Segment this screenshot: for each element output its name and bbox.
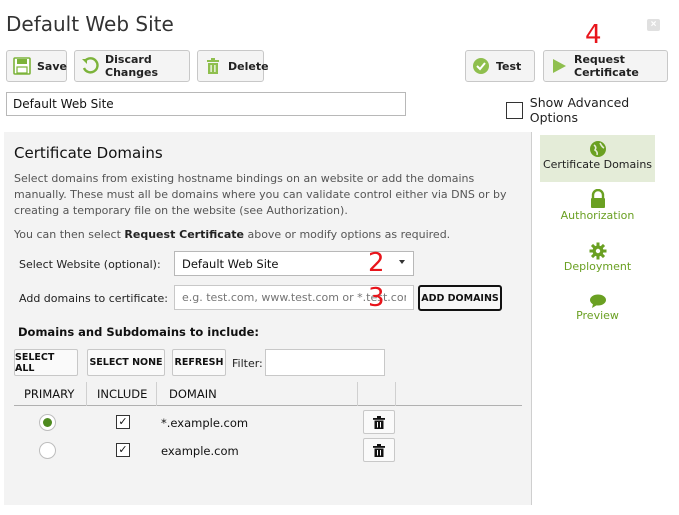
column-separator (156, 382, 157, 406)
trash-icon (373, 443, 385, 457)
save-icon (13, 57, 31, 75)
hint-bold: Request Certificate (124, 228, 244, 241)
header-domain: DOMAIN (169, 387, 217, 401)
test-button[interactable]: Test (465, 50, 535, 82)
dropdown-arrow-icon (399, 260, 405, 264)
add-domains-label: Add domains to certificate: (19, 292, 168, 305)
sidebar-item-label: Certificate Domains (542, 158, 653, 171)
header-primary: PRIMARY (24, 387, 75, 401)
sidebar-item-deployment[interactable]: Deployment (540, 242, 655, 282)
primary-radio[interactable] (39, 414, 56, 431)
sidebar-item-label: Authorization (560, 209, 635, 222)
gear-icon (589, 242, 606, 260)
primary-radio[interactable] (39, 442, 56, 459)
certificate-domains-heading: Certificate Domains (14, 144, 163, 162)
delete-button[interactable]: Delete (197, 50, 269, 82)
sidebar-item-certificate-domains[interactable]: Certificate Domains (540, 135, 655, 182)
certificate-domains-description: Select domains from existing hostname bi… (14, 172, 507, 217)
discard-label: Discard Changes (105, 53, 159, 79)
table-row: ✓ *.example.com (14, 410, 522, 438)
discard-changes-button[interactable]: Discard Changes (74, 50, 190, 82)
site-name-input[interactable] (6, 92, 406, 116)
request-certificate-button[interactable]: Request Certificate (543, 50, 668, 82)
sidebar-item-preview[interactable]: Preview (540, 293, 655, 333)
hint-prefix: You can then select (14, 228, 125, 241)
sidebar-item-authorization[interactable]: Authorization (540, 189, 655, 229)
column-separator (357, 382, 358, 406)
select-website-label: Select Website (optional): (19, 258, 161, 271)
filter-label: Filter: (232, 357, 263, 370)
include-checkbox[interactable]: ✓ (116, 443, 130, 457)
save-label: Save (37, 59, 67, 73)
callout-4: 4 (585, 20, 602, 50)
request-label: Request Certificate (574, 53, 639, 79)
delete-domain-button[interactable] (363, 438, 395, 462)
trash-icon (204, 57, 222, 75)
request-hint: You can then select Request Certificate … (14, 228, 450, 241)
play-icon (550, 57, 568, 75)
include-checkbox[interactable]: ✓ (116, 415, 130, 429)
lock-icon (590, 189, 605, 208)
close-icon[interactable]: × (647, 19, 660, 31)
domains-subheading: Domains and Subdomains to include: (18, 325, 260, 339)
callout-3: 3 (368, 283, 385, 313)
column-separator (86, 382, 87, 406)
domains-table-header: PRIMARY INCLUDE DOMAIN (14, 382, 522, 406)
filter-input[interactable] (265, 349, 385, 376)
add-domains-button[interactable]: ADD DOMAINS (418, 285, 502, 311)
delete-domain-button[interactable] (363, 410, 395, 434)
test-label: Test (496, 59, 522, 73)
header-include: INCLUDE (97, 387, 148, 401)
trash-icon (373, 415, 385, 429)
table-row: ✓ example.com (14, 438, 522, 466)
globe-icon (589, 141, 606, 157)
sidebar-item-label: Deployment (563, 260, 632, 273)
show-advanced-options-checkbox[interactable]: Show Advanced Options (506, 95, 679, 125)
column-separator (395, 382, 396, 406)
refresh-button[interactable]: REFRESH (172, 349, 226, 376)
panel-divider (531, 132, 532, 505)
save-button[interactable]: Save (6, 50, 67, 82)
select-none-button[interactable]: SELECT NONE (87, 349, 165, 376)
checkbox-box[interactable] (506, 101, 523, 119)
undo-icon (81, 57, 99, 75)
domain-cell: *.example.com (161, 416, 249, 430)
show-advanced-options-label: Show Advanced Options (529, 95, 630, 125)
domain-cell: example.com (161, 444, 239, 458)
select-all-button[interactable]: SELECT ALL (14, 349, 78, 376)
check-circle-icon (472, 57, 490, 75)
chat-bubble-icon (589, 294, 606, 308)
window-title: Default Web Site (6, 12, 174, 36)
callout-2: 2 (368, 248, 385, 278)
delete-label: Delete (228, 59, 269, 73)
select-website-value: Default Web Site (182, 257, 279, 271)
sidebar-item-label: Preview (576, 309, 619, 322)
hint-suffix: above or modify options as required. (243, 228, 451, 241)
